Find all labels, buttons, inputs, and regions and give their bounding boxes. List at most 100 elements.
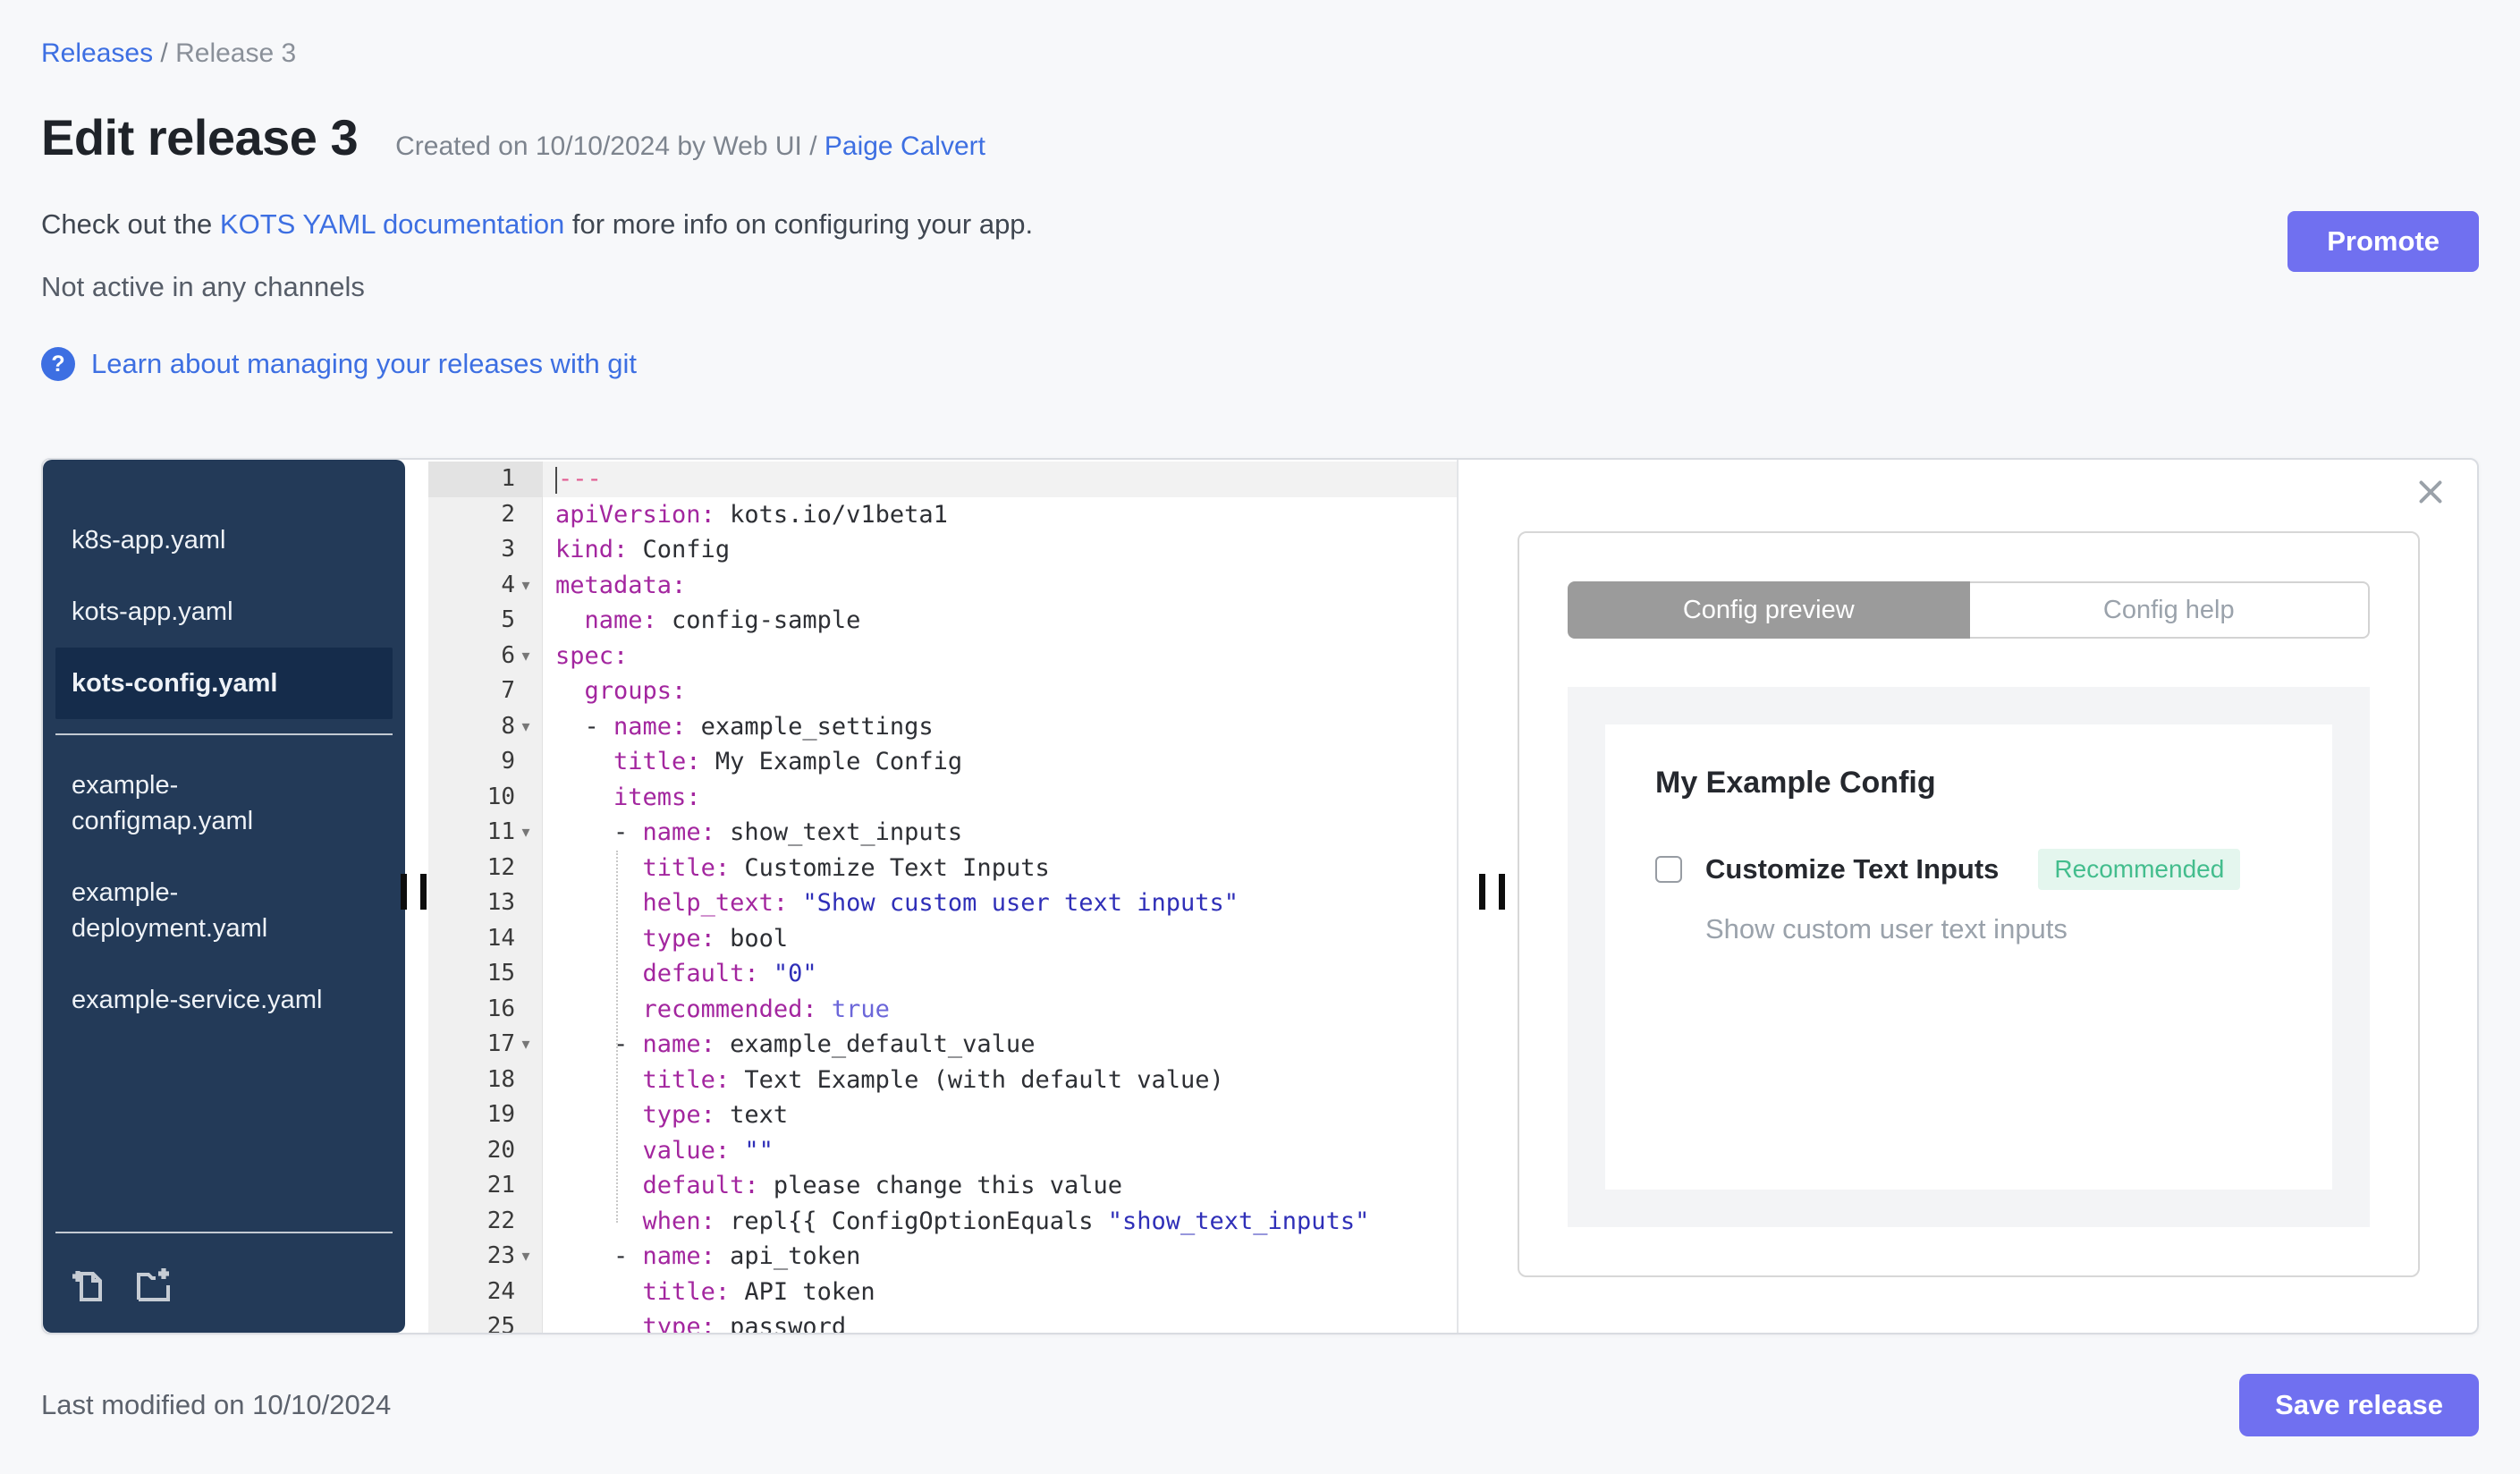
line-number-gutter: 15 <box>428 956 543 992</box>
promote-button[interactable]: Promote <box>2287 211 2479 272</box>
save-release-button[interactable]: Save release <box>2239 1374 2479 1436</box>
config-item-help: Show custom user text inputs <box>1705 913 2068 945</box>
fold-arrow-icon[interactable]: ▾ <box>515 568 537 604</box>
code-text: items: <box>613 783 701 811</box>
code-line[interactable]: 6 ▾ spec: <box>428 638 1457 674</box>
yaml-code-editor[interactable]: 1 --- 2 apiVersion: kots.io/v1beta1 3 kind: C… <box>428 460 1459 1333</box>
release-editor: k8s-app.yaml kots-app.yaml kots-config.yam… <box>41 458 2479 1334</box>
code-text: - name: example_settings <box>555 712 934 741</box>
code-text: metadata: <box>555 571 687 599</box>
kots-yaml-docs-link[interactable]: KOTS YAML documentation <box>220 208 564 240</box>
sidebar-item-example-deployment.yaml[interactable]: example-deployment.yaml <box>55 857 393 964</box>
code-line[interactable]: 15 default: "0" <box>428 956 1457 992</box>
config-preview-panel: Config preview Config help My Example Co… <box>1459 460 2477 1333</box>
preview-body: My Example Config Customize Text Inputs … <box>1568 687 2370 1227</box>
code-line[interactable]: 23 ▾ - name: api_token <box>428 1239 1457 1275</box>
close-icon <box>2414 480 2447 511</box>
fold-arrow-icon[interactable]: ▾ <box>515 1027 537 1063</box>
sidebar-item-k8s-app.yaml[interactable]: k8s-app.yaml <box>55 504 393 576</box>
code-text: default: please change this value <box>642 1172 1122 1199</box>
code-line[interactable]: 25 type: password <box>428 1309 1457 1333</box>
breadcrumb-releases-link[interactable]: Releases <box>41 38 153 68</box>
code-line[interactable]: 10 items: <box>428 779 1457 815</box>
code-line[interactable]: 20 value: "" <box>428 1132 1457 1168</box>
code-text: kind: Config <box>555 536 731 563</box>
close-preview-button[interactable] <box>2414 476 2447 511</box>
code-text: - name: show_text_inputs <box>555 818 963 846</box>
code-line[interactable]: 2 apiVersion: kots.io/v1beta1 <box>428 496 1457 532</box>
code-line[interactable]: 4 ▾ metadata: <box>428 567 1457 604</box>
code-line[interactable]: 16 recommended: true <box>428 991 1457 1027</box>
code-line[interactable]: 3 kind: Config <box>428 532 1457 568</box>
line-number-gutter: 10 <box>428 779 543 815</box>
fold-arrow-icon[interactable]: ▾ <box>515 815 537 851</box>
sidebar-item-example-configmap.yaml[interactable]: example-configmap.yaml <box>55 750 393 857</box>
sidebar-item-kots-config.yaml[interactable]: kots-config.yaml <box>55 648 393 719</box>
preview-card: Config preview Config help My Example Co… <box>1518 531 2420 1277</box>
code-line[interactable]: 18 title: Text Example (with default val… <box>428 1062 1457 1097</box>
customize-text-inputs-checkbox[interactable] <box>1655 856 1682 883</box>
code-line[interactable]: 17 ▾ - name: example_default_value <box>428 1027 1457 1063</box>
code-line[interactable]: 21 default: please change this value <box>428 1168 1457 1204</box>
line-number-gutter: 3 <box>428 532 543 568</box>
created-info: Created on 10/10/2024 by Web UI / Paige … <box>395 131 985 161</box>
line-number-gutter: 22 <box>428 1203 543 1239</box>
code-line[interactable]: 19 type: text <box>428 1097 1457 1133</box>
code-text: title: API token <box>642 1277 875 1306</box>
code-line[interactable]: 5 name: config-sample <box>428 603 1457 639</box>
preview-tabs: Config preview Config help <box>1568 581 2370 639</box>
line-number-gutter: 14 <box>428 920 543 956</box>
line-number-gutter: 7 <box>428 673 543 709</box>
editor-resize-handle[interactable] <box>1479 874 1505 910</box>
author-link[interactable]: Paige Calvert <box>824 131 985 161</box>
footer: Last modified on 10/10/2024 Save release <box>41 1374 2479 1436</box>
code-line[interactable]: 7 groups: <box>428 673 1457 709</box>
code-line[interactable]: 13 help_text: "Show custom user text inp… <box>428 885 1457 921</box>
code-text: value: "" <box>642 1136 774 1165</box>
code-text: - name: api_token <box>555 1242 861 1270</box>
code-text: type: text <box>642 1101 789 1129</box>
line-number-gutter: 24 <box>428 1274 543 1309</box>
code-line[interactable]: 9 title: My Example Config <box>428 744 1457 780</box>
code-line[interactable]: 11 ▾ - name: show_text_inputs <box>428 815 1457 851</box>
code-text: title: Text Example (with default value) <box>642 1065 1224 1094</box>
sidebar-resize-handle[interactable] <box>401 874 427 910</box>
git-releases-link[interactable]: Learn about managing your releases with … <box>91 348 637 380</box>
fold-arrow-icon[interactable]: ▾ <box>515 709 537 745</box>
tab-config-preview[interactable]: Config preview <box>1568 581 1970 639</box>
release-editor-page: Releases / Release 3 Edit release 3 Crea… <box>0 0 2520 1436</box>
line-number-gutter: 16 <box>428 991 543 1027</box>
code-line[interactable]: 8 ▾ - name: example_settings <box>428 708 1457 745</box>
code-text: name: config-sample <box>584 606 861 634</box>
code-line[interactable]: 12 title: Customize Text Inputs <box>428 850 1457 885</box>
code-text: help_text: "Show custom user text inputs… <box>642 889 1239 917</box>
code-line[interactable]: 24 title: API token <box>428 1274 1457 1309</box>
git-help-line: ? Learn about managing your releases wit… <box>41 347 2479 381</box>
fold-arrow-icon[interactable]: ▾ <box>515 639 537 674</box>
last-modified-text: Last modified on 10/10/2024 <box>41 1389 392 1420</box>
code-text: recommended: true <box>642 995 890 1023</box>
sidebar-item-kots-app.yaml[interactable]: kots-app.yaml <box>55 576 393 648</box>
config-item-row: Customize Text Inputs Recommended <box>1655 849 2282 890</box>
new-folder-button[interactable] <box>132 1264 175 1309</box>
title-row: Edit release 3 Created on 10/10/2024 by … <box>41 109 2479 166</box>
new-file-button[interactable] <box>66 1264 109 1309</box>
sidebar-footer-divider <box>55 1232 393 1233</box>
code-line[interactable]: 22 when: repl{{ ConfigOptionEquals "show… <box>428 1203 1457 1239</box>
tab-config-help[interactable]: Config help <box>1969 581 2370 639</box>
code-text: default: "0" <box>642 960 817 987</box>
line-number-gutter: 9 <box>428 744 543 780</box>
breadcrumb-separator: / <box>160 38 168 68</box>
code-rows: 1 --- 2 apiVersion: kots.io/v1beta1 3 kind: C… <box>428 460 1457 1333</box>
fold-arrow-icon[interactable]: ▾ <box>515 1239 537 1275</box>
line-number-gutter: 6 ▾ <box>428 638 543 674</box>
sidebar-item-example-service.yaml[interactable]: example-service.yaml <box>55 964 393 1036</box>
channel-status: Not active in any channels <box>41 271 365 302</box>
line-number-gutter: 5 <box>428 603 543 639</box>
code-text: spec: <box>555 641 629 670</box>
breadcrumb: Releases / Release 3 <box>41 38 2479 70</box>
code-line[interactable]: 1 --- <box>428 462 1457 497</box>
code-text: apiVersion: kots.io/v1beta1 <box>555 500 948 529</box>
line-number-gutter: 2 <box>428 496 543 532</box>
code-line[interactable]: 14 type: bool <box>428 920 1457 956</box>
